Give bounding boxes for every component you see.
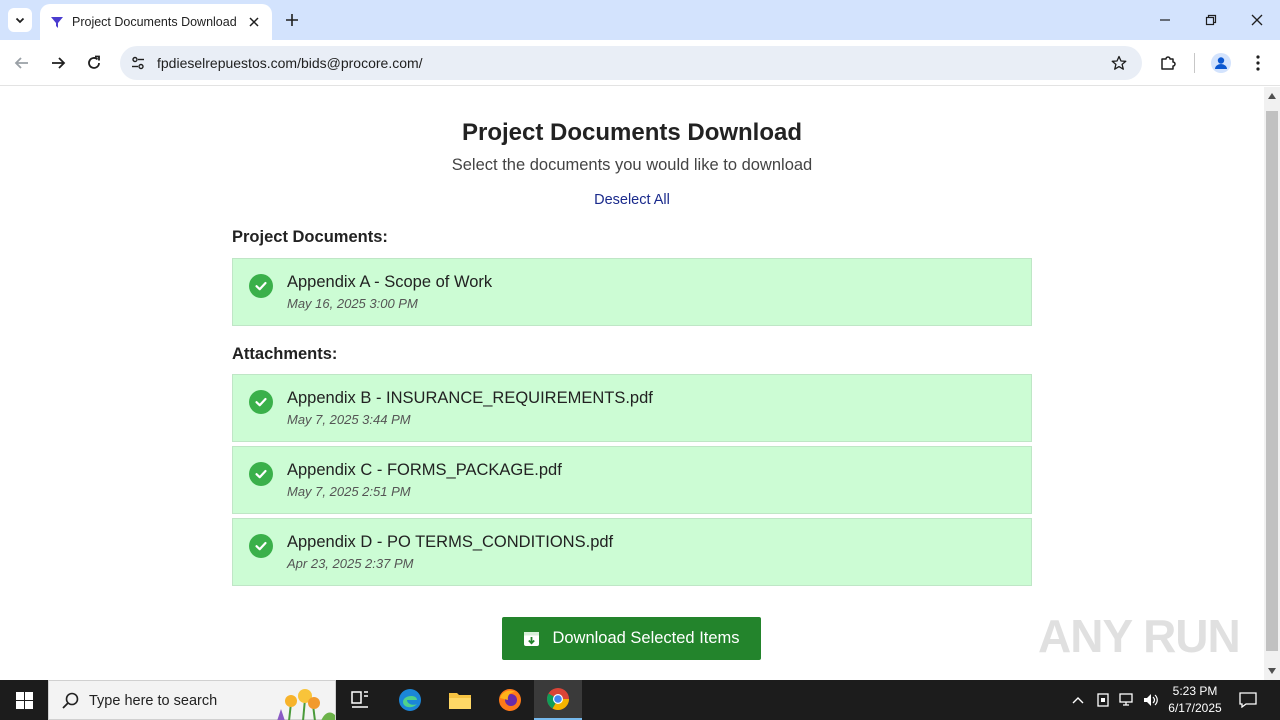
anyrun-watermark: ANY RUN — [1038, 609, 1241, 663]
document-name: Appendix C - FORMS_PACKAGE.pdf — [287, 461, 562, 479]
download-selected-button[interactable]: Download Selected Items — [502, 617, 761, 660]
bookmark-button[interactable] — [1108, 52, 1130, 74]
tray-device-button[interactable] — [1093, 680, 1113, 720]
triangle-down-icon — [1268, 668, 1276, 674]
scroll-thumb[interactable] — [1266, 111, 1278, 651]
document-item-appendix-a[interactable]: Appendix A - Scope of Work May 16, 2025 … — [232, 258, 1032, 326]
check-circle-icon — [249, 274, 273, 298]
check-circle-icon — [249, 390, 273, 414]
more-vertical-icon — [1256, 55, 1260, 71]
notification-icon — [1239, 692, 1257, 708]
tray-network-button[interactable] — [1116, 680, 1138, 720]
tray-overflow-button[interactable] — [1068, 680, 1088, 720]
check-circle-icon — [249, 462, 273, 486]
back-button[interactable] — [6, 47, 38, 79]
section-label-attachments: Attachments: — [232, 345, 338, 363]
profile-button[interactable] — [1205, 47, 1237, 79]
minimize-button[interactable] — [1142, 0, 1188, 40]
taskbar-clock[interactable]: 5:23 PM 6/17/2025 — [1160, 683, 1230, 717]
taskbar-chrome[interactable] — [534, 680, 582, 720]
search-icon — [62, 692, 79, 709]
page-scrollbar[interactable] — [1264, 87, 1280, 680]
taskbar-search-placeholder: Type here to search — [89, 693, 218, 709]
scroll-down-button[interactable] — [1264, 662, 1280, 680]
document-date: May 7, 2025 3:44 PM — [287, 412, 411, 427]
document-date: May 16, 2025 3:00 PM — [287, 296, 418, 311]
scroll-up-button[interactable] — [1264, 87, 1280, 105]
deselect-all-link[interactable]: Deselect All — [0, 192, 1264, 208]
document-item-appendix-d[interactable]: Appendix D - PO TERMS_CONDITIONS.pdf Apr… — [232, 518, 1032, 586]
arrow-right-icon — [52, 57, 66, 69]
taskbar-edge[interactable] — [386, 680, 434, 720]
page-subtitle: Select the documents you would like to d… — [451, 156, 813, 174]
task-view-icon — [351, 691, 368, 708]
tab-title: Project Documents Download — [72, 15, 237, 29]
clock-time: 5:23 PM — [1172, 684, 1218, 698]
task-view-button[interactable] — [336, 680, 384, 720]
reload-button[interactable] — [78, 47, 110, 79]
document-name: Appendix A - Scope of Work — [287, 273, 493, 291]
restore-button[interactable] — [1188, 0, 1234, 40]
toolbar-divider — [1194, 53, 1195, 73]
address-bar[interactable]: fpdieselrepuestos.com/bids@procore.com/ — [120, 46, 1142, 80]
new-tab-button[interactable] — [280, 8, 304, 32]
forward-button[interactable] — [42, 47, 74, 79]
tab-search-button[interactable] — [8, 8, 32, 32]
tray-volume-button[interactable] — [1140, 680, 1162, 720]
site-info-button[interactable] — [126, 51, 150, 75]
archive-download-icon — [524, 632, 540, 646]
puzzle-icon — [1161, 56, 1176, 70]
procore-funnel-icon — [51, 17, 63, 28]
flowers-decoration-icon — [277, 689, 335, 720]
folder-icon — [449, 693, 471, 709]
document-date: Apr 23, 2025 2:37 PM — [287, 556, 414, 571]
check-circle-icon — [249, 534, 273, 558]
document-item-appendix-b[interactable]: Appendix B - INSURANCE_REQUIREMENTS.pdf … — [232, 374, 1032, 442]
page-viewport: Project Documents Download Select the do… — [0, 87, 1264, 680]
document-item-appendix-c[interactable]: Appendix C - FORMS_PACKAGE.pdf May 7, 20… — [232, 446, 1032, 514]
document-date: May 7, 2025 2:51 PM — [287, 484, 411, 499]
browser-tab-active[interactable]: Project Documents Download — [40, 4, 272, 40]
windows-taskbar: Type here to search 5:23 PM 6/17/2025 — [0, 680, 1280, 720]
close-icon — [249, 17, 259, 27]
minimize-icon — [1160, 19, 1170, 21]
tune-icon — [132, 56, 144, 70]
taskbar-firefox[interactable] — [486, 680, 534, 720]
reload-icon — [88, 55, 100, 69]
close-icon — [1251, 14, 1263, 26]
edge-icon — [399, 689, 421, 711]
watermark-text: ANY RUN — [1038, 610, 1241, 662]
start-button[interactable] — [0, 680, 48, 720]
chevron-up-icon — [1072, 697, 1084, 704]
network-icon — [1119, 693, 1133, 706]
tab-close-button[interactable] — [244, 12, 264, 32]
document-name: Appendix D - PO TERMS_CONDITIONS.pdf — [287, 533, 614, 551]
menu-button[interactable] — [1242, 47, 1274, 79]
restore-icon — [1205, 14, 1217, 26]
triangle-up-icon — [1268, 93, 1276, 99]
chevron-down-icon — [15, 17, 25, 24]
taskbar-file-explorer[interactable] — [436, 680, 484, 720]
star-icon — [1111, 55, 1127, 70]
extensions-button[interactable] — [1152, 47, 1184, 79]
windows-logo-icon — [15, 691, 33, 709]
arrow-left-icon — [14, 57, 28, 69]
volume-icon — [1144, 694, 1158, 706]
plus-icon — [286, 14, 298, 26]
document-name: Appendix B - INSURANCE_REQUIREMENTS.pdf — [287, 389, 653, 407]
firefox-icon — [499, 689, 521, 711]
browser-tab-strip: Project Documents Download — [0, 0, 1280, 40]
avatar-icon — [1211, 53, 1231, 73]
page-title: Project Documents Download — [461, 119, 803, 146]
close-window-button[interactable] — [1234, 0, 1280, 40]
section-label-project-documents: Project Documents: — [232, 228, 388, 246]
notification-center-button[interactable] — [1234, 680, 1262, 720]
download-button-label: Download Selected Items — [552, 629, 740, 647]
taskbar-search-box[interactable]: Type here to search — [48, 680, 336, 720]
url-text[interactable]: fpdieselrepuestos.com/bids@procore.com/ — [157, 55, 423, 71]
device-icon — [1097, 693, 1109, 707]
browser-toolbar: fpdieselrepuestos.com/bids@procore.com/ — [0, 40, 1280, 86]
chrome-icon — [547, 688, 569, 710]
clock-date: 6/17/2025 — [1168, 701, 1222, 715]
